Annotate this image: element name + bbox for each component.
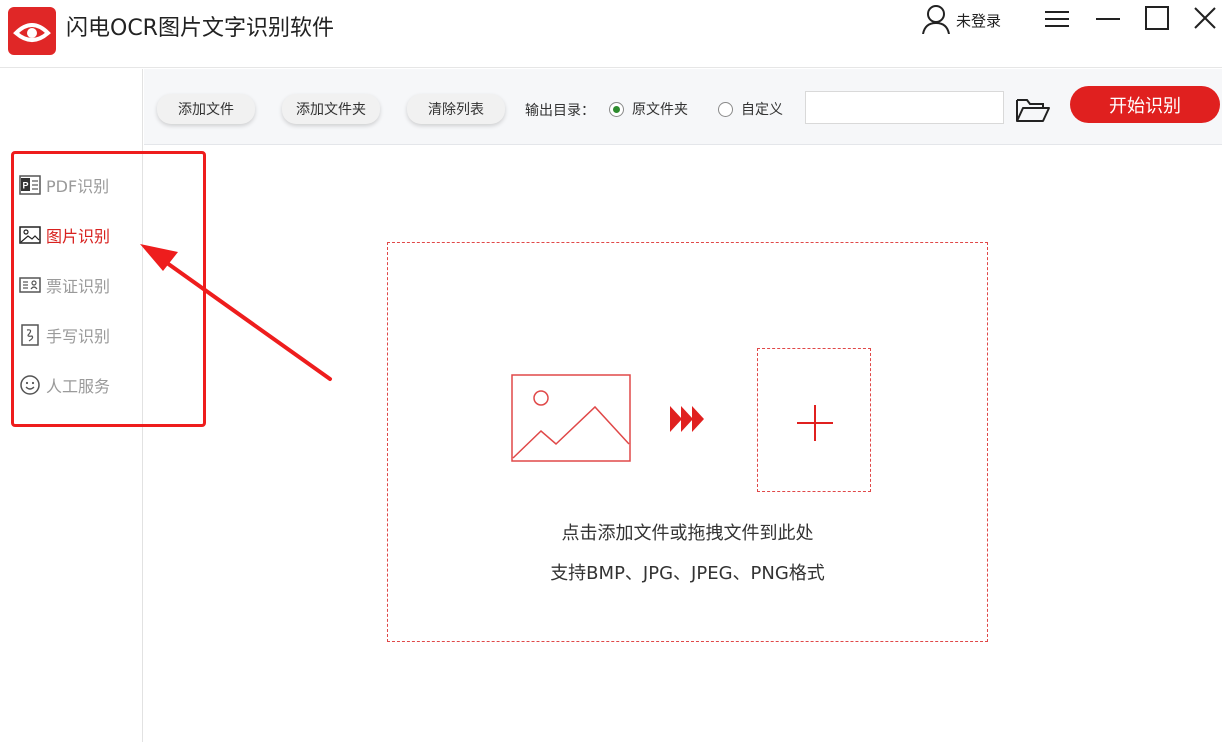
add-file-button[interactable]: 添加文件 xyxy=(157,94,255,124)
radio-checked-icon xyxy=(609,101,624,117)
clear-list-button[interactable]: 清除列表 xyxy=(407,94,505,124)
image-placeholder-icon xyxy=(511,374,631,462)
image-icon xyxy=(18,223,42,247)
close-icon xyxy=(1194,7,1216,29)
app-title: 闪电OCR图片文字识别软件 xyxy=(66,16,334,41)
plus-icon xyxy=(797,405,833,441)
smiley-icon xyxy=(18,373,42,397)
svg-text:P: P xyxy=(23,181,29,191)
file-drop-zone[interactable]: 点击添加文件或拖拽文件到此处 支持BMP、JPG、JPEG、PNG格式 xyxy=(387,242,988,642)
output-dir-label: 输出目录： xyxy=(525,103,595,119)
radio-unchecked-icon xyxy=(718,101,733,117)
app-logo-icon xyxy=(8,7,56,55)
sidebar-item-service[interactable]: 人工服务 xyxy=(18,372,110,398)
menu-button[interactable] xyxy=(1042,4,1072,34)
handwriting-icon xyxy=(18,323,42,347)
add-file-box[interactable] xyxy=(757,348,871,492)
sidebar-item-label: 图片识别 xyxy=(46,227,111,246)
browse-folder-button[interactable] xyxy=(1015,95,1051,125)
minimize-icon xyxy=(1096,18,1120,20)
toolbar: 添加文件 添加文件夹 清除列表 输出目录： 原文件夹 自定义 开始识别 xyxy=(144,69,1222,145)
add-folder-button[interactable]: 添加文件夹 xyxy=(282,94,380,124)
pdf-icon: P xyxy=(18,173,42,197)
sidebar-item-handwriting[interactable]: 手写识别 xyxy=(18,322,110,348)
sidebar-item-image[interactable]: 图片识别 xyxy=(18,222,110,248)
sidebar-item-pdf[interactable]: P PDF识别 xyxy=(18,172,109,198)
radio-label: 原文件夹 xyxy=(632,102,688,118)
start-recognition-button[interactable]: 开始识别 xyxy=(1070,86,1220,123)
radio-label: 自定义 xyxy=(741,102,783,118)
output-custom-radio[interactable]: 自定义 xyxy=(718,99,783,119)
output-original-radio[interactable]: 原文件夹 xyxy=(609,99,688,119)
maximize-icon xyxy=(1145,6,1169,30)
user-icon xyxy=(922,5,950,34)
output-path-input[interactable] xyxy=(805,91,1004,124)
sidebar-item-label: 人工服务 xyxy=(46,377,111,396)
id-card-icon xyxy=(18,273,42,297)
sidebar: P PDF识别 图片识别 票证识别 手写识别 人工服务 xyxy=(0,69,143,742)
title-bar: 闪电OCR图片文字识别软件 未登录 xyxy=(0,0,1222,68)
supported-formats-text: 支持BMP、JPG、JPEG、PNG格式 xyxy=(550,563,825,584)
sidebar-item-label: PDF识别 xyxy=(46,177,110,196)
maximize-button[interactable] xyxy=(1142,4,1172,34)
close-button[interactable] xyxy=(1190,4,1220,34)
minimize-button[interactable] xyxy=(1093,4,1123,34)
folder-open-icon xyxy=(1016,99,1050,122)
sidebar-item-ticket[interactable]: 票证识别 xyxy=(18,272,110,298)
sidebar-item-label: 手写识别 xyxy=(46,327,111,346)
login-status-label: 未登录 xyxy=(956,12,1002,30)
triple-arrow-icon xyxy=(670,406,704,432)
sidebar-item-label: 票证识别 xyxy=(46,277,111,296)
drop-hint-text: 点击添加文件或拖拽文件到此处 xyxy=(561,523,814,544)
menu-icon xyxy=(1045,11,1069,27)
